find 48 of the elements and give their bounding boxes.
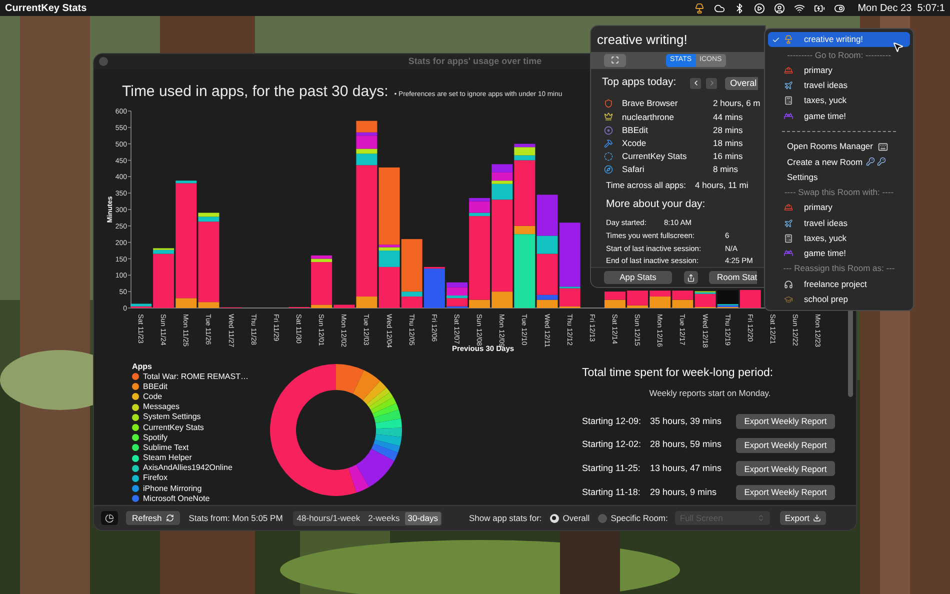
weekly-title: Total time spent for week-long period: [582,366,774,380]
app-name: CurrentKey Stats [622,150,688,163]
legend-label: Messages [143,402,180,412]
legend-label: Firefox [143,473,168,484]
week-total: 35 hours, 39 mins [650,414,723,428]
legend-label: iPhone Mirroring [143,484,202,494]
show-stats-label: Show app stats for: [469,512,542,524]
chart-heading: Time used in apps, for the past 30 days: [122,82,388,102]
total-value: 4 hours, 11 mi [695,179,748,192]
app-time: 2 hours, 6 m [713,97,760,110]
app-time: 8 mins [713,163,738,176]
menu-header: ---- Swap this Room with: ---- [783,186,895,200]
legend-label: AxisAndAllies1942Online [143,463,232,474]
weekly-subtitle: Weekly reports start on Monday. [649,386,771,400]
stats-from: Stats from: Mon 5:05 PM [188,512,283,524]
legend-label: Code [143,392,162,402]
total-label: Time across all apps: [606,179,686,192]
week-label: Starting 12-02: [582,438,642,452]
app-name: Safari [622,163,646,176]
week-total: 29 hours, 9 mins [650,486,718,499]
legend-label: Steam Helper [143,453,192,464]
app-time: 18 mins [713,136,743,150]
app-name: Brave Browser [622,97,679,110]
app-name: Xcode [622,136,648,150]
week-label: Starting 11-25: [582,462,642,476]
menu-header: --- Reassign this Room as: --- [782,262,896,276]
legend-label: BBEdit [143,382,168,392]
app-name: BBEdit [622,124,649,137]
legend-label: Sublime Text [143,442,189,453]
week-label: Starting 11-18: [582,486,642,499]
legend-label: Total War: ROME REMAST… [143,372,248,382]
legend-label: Spotify [143,432,168,443]
app-name: nuclearthrone [622,110,675,124]
week-total: 28 hours, 59 mins [650,438,723,452]
legend-label: System Settings [143,412,201,422]
room-title: creative writing! [596,31,688,49]
week-total: 13 hours, 47 mins [650,462,723,476]
menu-header: --------- Go to Room: --------- [786,48,892,62]
section-title: More about your day: [605,197,706,212]
week-label: Starting 12-09: [582,414,642,428]
app-time: 16 mins [713,150,743,163]
window-title: Stats for apps' usage over time [408,54,542,68]
legend-label: CurrentKey Stats [143,422,204,433]
app-time: 44 mins [713,110,743,124]
legend-label: Microsoft OneNote [143,494,210,504]
legend-title: Apps [132,362,153,372]
section-title: Top apps today: [602,75,676,90]
app-time: 28 mins [713,124,743,137]
